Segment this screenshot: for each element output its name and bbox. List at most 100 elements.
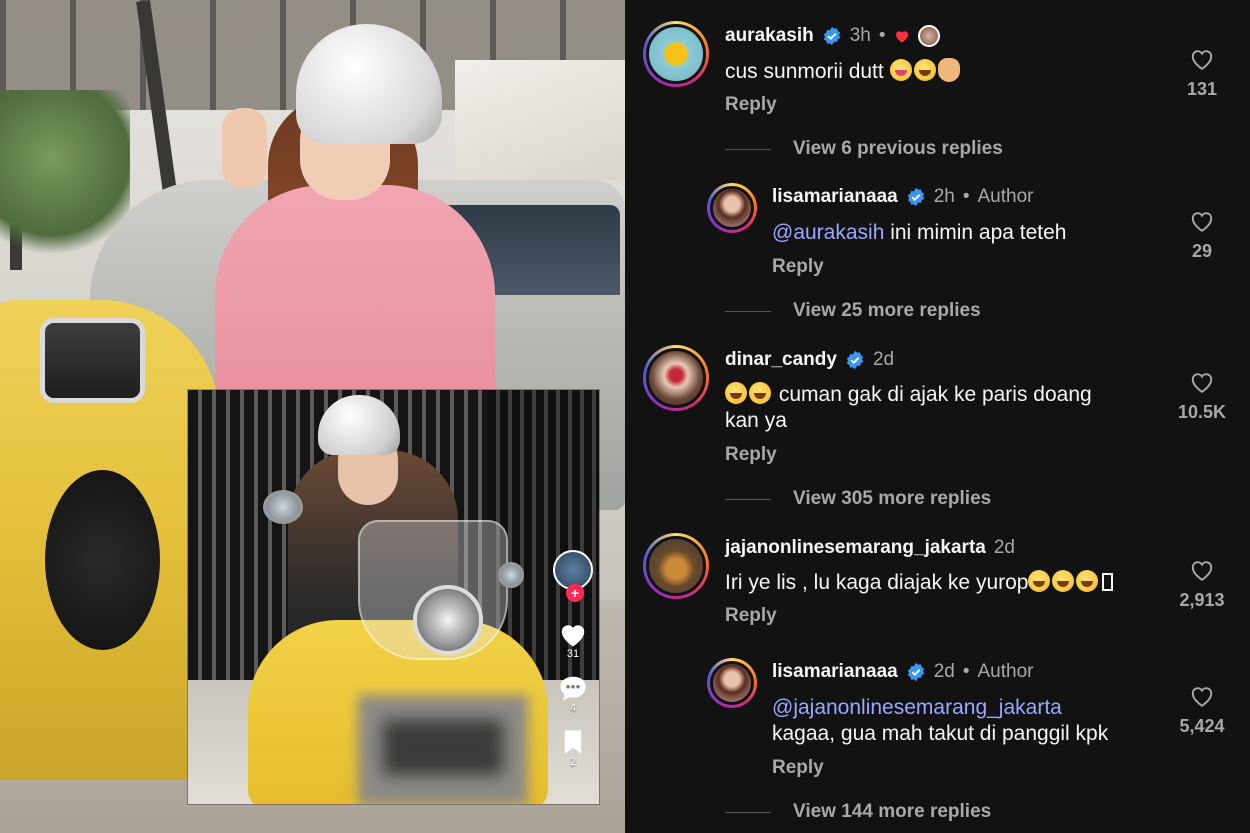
video-comment-count: 4: [569, 702, 577, 714]
creator-avatar[interactable]: +: [553, 550, 593, 602]
comment-body: Iri ye lis , lu kaga diajak ke yurop: [725, 571, 1029, 594]
heart-filled-icon: [561, 625, 585, 647]
verified-badge-icon: [907, 187, 924, 207]
follow-plus-icon[interactable]: +: [566, 584, 584, 602]
comment-header: lisamarianaaa 2h • Author: [772, 186, 1033, 208]
heart-outline-icon: [1191, 212, 1213, 232]
video-like-count: 31: [566, 648, 580, 660]
comment-like-button[interactable]: 131: [1172, 47, 1232, 100]
separator-dot: •: [962, 186, 970, 207]
comment-body-line1: cuman gak di ajak ke paris doang: [778, 383, 1092, 406]
comment-text: Iri ye lis , lu kaga diajak ke yurop: [725, 570, 1114, 596]
username[interactable]: dinar_candy: [725, 349, 837, 371]
username[interactable]: aurakasih: [725, 25, 814, 47]
video-like-button[interactable]: 31: [558, 620, 588, 660]
inset-video-frame[interactable]: [188, 390, 599, 804]
heart-outline-icon: [1191, 50, 1213, 70]
avatar-jajanonline[interactable]: [643, 533, 709, 599]
view-more-replies[interactable]: View 144 more replies: [725, 801, 991, 823]
comment-like-button[interactable]: 2,913: [1162, 558, 1242, 611]
laughing-emoji-icon: [1052, 570, 1075, 592]
reply-button[interactable]: Reply: [725, 605, 777, 627]
avatar-lisamarianaaa[interactable]: [707, 658, 757, 708]
comment-like-button[interactable]: 29: [1172, 209, 1232, 262]
comment-time: 2d: [872, 349, 895, 370]
thread-line: [725, 811, 771, 813]
mention-link[interactable]: @jajanonlinesemarang_jakarta: [772, 696, 1062, 719]
comment-like-button[interactable]: 10.5K: [1162, 370, 1242, 423]
like-count: 5,424: [1179, 716, 1225, 736]
view-more-replies[interactable]: View 305 more replies: [725, 488, 991, 510]
view-more-label: View 305 more replies: [793, 488, 992, 509]
reply-button[interactable]: Reply: [772, 256, 824, 278]
profile-photo: [646, 348, 706, 408]
comment-time: 2h: [933, 186, 955, 207]
unsupported-glyph-icon: [1102, 573, 1114, 591]
comment-time: 2d: [933, 661, 955, 682]
winking-tongue-emoji-icon: [889, 59, 912, 81]
view-more-label: View 25 more replies: [793, 300, 981, 321]
left-mirror: [263, 490, 303, 524]
comment-header: jajanonlinesemarang_jakarta 2d: [725, 537, 1015, 559]
username[interactable]: lisamarianaaa: [772, 661, 898, 683]
profile-photo: [710, 186, 754, 230]
comment-text: cus sunmorii dutt: [725, 58, 960, 85]
verified-badge-icon: [907, 662, 924, 682]
thread-line: [725, 498, 771, 500]
right-mirror: [498, 562, 524, 588]
comment-time: 3h: [849, 25, 871, 46]
reply-button[interactable]: Reply: [725, 444, 777, 466]
like-count: 131: [1186, 79, 1218, 99]
video-comment-button[interactable]: 4: [558, 674, 588, 714]
sunflower-avatar-icon: [646, 24, 706, 84]
comment-like-button[interactable]: 5,424: [1162, 684, 1242, 737]
reply-button[interactable]: Reply: [772, 757, 824, 779]
view-previous-replies[interactable]: View 6 previous replies: [725, 138, 1003, 160]
comment-body: cus sunmorii dutt: [725, 60, 884, 83]
comment-text: cuman gak di ajak ke paris doang kan ya: [725, 382, 1092, 434]
yum-emoji-icon: [913, 59, 936, 81]
comment-time: 2d: [993, 537, 1015, 558]
verified-badge-icon: [823, 26, 840, 46]
thread-line: [725, 148, 771, 150]
creator-mini-avatar: [917, 25, 940, 47]
username[interactable]: lisamarianaaa: [772, 186, 898, 208]
avatar-lisamarianaaa[interactable]: [707, 183, 757, 233]
view-more-label: View 144 more replies: [793, 801, 992, 822]
author-label: Author: [977, 661, 1034, 682]
laughing-emoji-icon: [1028, 570, 1051, 592]
video-action-rail: + 31 4 2: [548, 550, 598, 768]
blurred-plate-text: [383, 720, 503, 775]
heart-outline-icon: [1191, 373, 1213, 393]
heart-outline-icon: [1191, 561, 1213, 581]
avatar-aurakasih[interactable]: [643, 21, 709, 87]
author-label: Author: [977, 186, 1034, 207]
view-more-replies[interactable]: View 25 more replies: [725, 300, 981, 322]
thread-line: [725, 310, 771, 312]
like-count: 2,913: [1179, 590, 1225, 610]
comment-text: @aurakasih ini mimin apa teteh: [772, 220, 1066, 246]
video-save-button[interactable]: 2: [561, 728, 585, 768]
grinning-sweat-emoji-icon: [749, 382, 771, 404]
laughing-emoji-icon: [1076, 570, 1099, 592]
vespa-headlight: [413, 585, 483, 655]
separator-dot: •: [878, 25, 886, 46]
post-photo: + 31 4 2: [0, 0, 625, 833]
mention-link[interactable]: @aurakasih: [772, 221, 884, 244]
separator-dot: •: [962, 661, 970, 682]
house-background: [455, 60, 625, 180]
comment-body: ini mimin apa teteh: [884, 221, 1067, 244]
verified-badge-icon: [846, 350, 864, 370]
food-photo-avatar: [646, 536, 706, 596]
like-count: 29: [1191, 241, 1213, 261]
heart-outline-icon: [1191, 687, 1213, 707]
comment-body: kagaa, gua mah takut di panggil kpk: [772, 722, 1109, 745]
comment-header: aurakasih 3h •: [725, 25, 940, 47]
reply-button[interactable]: Reply: [725, 94, 777, 116]
scooter-headlight: [40, 318, 145, 403]
comment-header: dinar_candy 2d: [725, 349, 894, 371]
username[interactable]: jajanonlinesemarang_jakarta: [725, 537, 986, 559]
waving-hand-emoji-icon: [937, 58, 960, 82]
avatar-dinar-candy[interactable]: [643, 345, 709, 411]
peace-sign-hand: [222, 108, 267, 188]
